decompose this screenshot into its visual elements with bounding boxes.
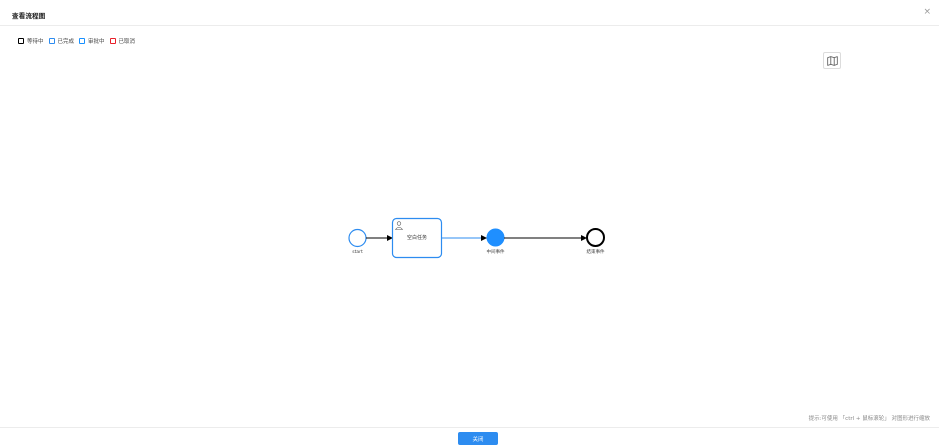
process-diagram: start 空白任务 中间事件 结束事件 [348,217,605,259]
start-event-label: start [352,249,363,255]
zoom-tip: 提示:可使用 「ctrl + 鼠标滚轮」 对图形进行缩放 [808,416,930,422]
intermediate-event-label: 中间事件 [487,248,505,255]
sequence-flow-arrowhead [481,235,487,241]
end-event[interactable] [586,228,605,247]
close-button[interactable]: 关闭 [458,432,498,445]
start-event[interactable] [348,228,367,248]
task-label: 空白任务 [407,234,427,241]
intermediate-event[interactable] [486,228,505,247]
end-event-label: 结束事件 [587,248,605,255]
footer-divider [0,427,939,428]
